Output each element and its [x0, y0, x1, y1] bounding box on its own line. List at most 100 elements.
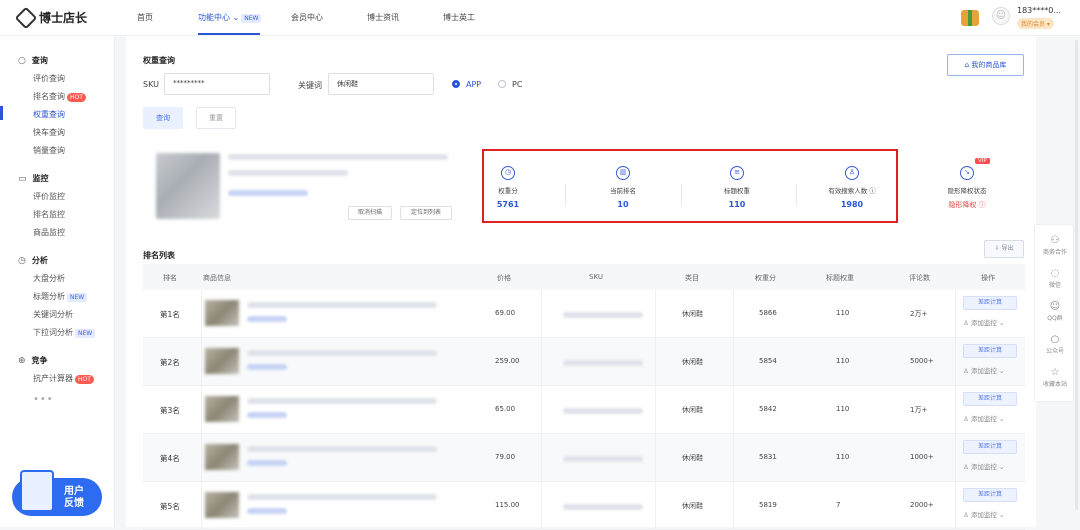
metric-current-rank: ▥ 当前排名 10: [573, 166, 673, 209]
vip-badge: VIP: [975, 158, 990, 164]
sku-input[interactable]: *********: [164, 73, 270, 95]
sidebar-item-keyword-analysis[interactable]: 关键词分析: [33, 309, 73, 320]
nav-feature-center[interactable]: 功能中心 ⌄ NEW: [198, 12, 262, 23]
keyword-input[interactable]: 休闲鞋: [328, 73, 434, 95]
brand-logo[interactable]: 博士店长: [14, 6, 88, 29]
cell-comments: 1000+: [910, 453, 934, 461]
sidebar-item-review-query[interactable]: 评价查询: [33, 73, 65, 84]
cell-category: 休闲鞋: [682, 358, 703, 366]
cell-weight: 5842: [759, 405, 777, 413]
divider: [681, 184, 682, 206]
product-thumbnail[interactable]: [205, 348, 239, 374]
export-button[interactable]: ⇩ 导出: [984, 240, 1024, 258]
metric-value: 10: [617, 200, 629, 209]
sidebar-item-product-monitor[interactable]: 商品监控: [33, 227, 65, 238]
new-badge: NEW: [75, 329, 96, 338]
th-product: 商品信息: [203, 274, 231, 282]
query-button[interactable]: 查询: [143, 107, 183, 129]
add-monitor-button[interactable]: ♙ 添加监控 ⌄: [963, 413, 1004, 423]
product-thumbnail[interactable]: [205, 444, 239, 470]
add-monitor-button[interactable]: ♙ 添加监控 ⌄: [963, 461, 1004, 471]
gap-calc-button[interactable]: 差距计算: [963, 488, 1017, 502]
add-monitor-button[interactable]: ♙ 添加监控 ⌄: [963, 317, 1004, 327]
sidebar-item-label: 抗产计算器: [33, 374, 73, 383]
product-thumbnail[interactable]: [205, 300, 239, 326]
sidebar-item-title-analysis[interactable]: 标题分析 NEW: [33, 291, 88, 302]
cell-category: 休闲鞋: [682, 502, 703, 510]
bag-icon: ⌂: [964, 61, 970, 69]
column-separator: [201, 434, 202, 482]
radio-pc-label: PC: [512, 80, 523, 89]
cell-rank: 第3名: [160, 406, 180, 415]
nav-worker[interactable]: 博士英工: [443, 12, 475, 23]
info-icon[interactable]: ⓘ: [869, 187, 876, 195]
nav-member-center[interactable]: 会员中心: [291, 12, 323, 23]
tool-wechat[interactable]: ◌ 微信: [1035, 268, 1075, 289]
tool-business[interactable]: ⚇ 商务合作: [1035, 235, 1075, 256]
sidebar-item-label: 下拉词分析: [33, 328, 73, 337]
more-icon[interactable]: •••: [33, 394, 54, 405]
column-separator: [541, 290, 542, 338]
scrollbar[interactable]: [1075, 40, 1078, 510]
cell-comments: 2000+: [910, 501, 934, 509]
cancel-scan-button[interactable]: 取消扫描: [348, 206, 392, 220]
add-monitor-button[interactable]: ♙ 添加监控 ⌄: [963, 365, 1004, 375]
sidebar: ○ 查询 评价查询 排名查询 HOT 权重查询 快车查询 销量查询 ▭ 监控 评价监控…: [0, 36, 115, 527]
cell-comments: 2万+: [910, 310, 928, 318]
product-thumbnail[interactable]: [205, 396, 239, 422]
sidebar-group-query: ○ 查询: [18, 55, 48, 66]
cell-rank: 第1名: [160, 310, 180, 319]
add-monitor-button[interactable]: ♙ 添加监控 ⌄: [963, 509, 1004, 519]
sidebar-item-market-analysis[interactable]: 大盘分析: [33, 273, 65, 284]
tool-qq-group[interactable]: ☺ QQ群: [1035, 301, 1075, 322]
sidebar-item-calculator[interactable]: 抗产计算器 HOT: [33, 373, 94, 384]
sidebar-item-review-monitor[interactable]: 评价监控: [33, 191, 65, 202]
cell-weight: 5854: [759, 357, 777, 365]
nav-home[interactable]: 首页: [137, 12, 153, 23]
reset-button[interactable]: 重置: [196, 107, 236, 129]
sidebar-item-dropdown-analysis[interactable]: 下拉词分析 NEW: [33, 327, 96, 338]
product-title-blur: [228, 170, 348, 176]
sidebar-item-sales-query[interactable]: 销量查询: [33, 145, 65, 156]
wechat-icon: ◌: [1050, 268, 1060, 279]
gap-calc-button[interactable]: 差距计算: [963, 392, 1017, 406]
status-icon: ↘: [960, 166, 974, 180]
avatar[interactable]: ☺: [992, 7, 1010, 25]
column-separator: [955, 386, 956, 434]
radio-app[interactable]: [452, 80, 460, 88]
gap-calc-button[interactable]: 差距计算: [963, 296, 1017, 310]
locate-list-button[interactable]: 定位到列表: [400, 206, 452, 220]
sidebar-item-weight-query[interactable]: 权重查询: [33, 109, 65, 120]
tool-official-account[interactable]: ○ 公众号: [1035, 334, 1075, 355]
list-icon: ≡: [730, 166, 744, 180]
table-row: 第5名 115.00 休闲鞋 5819 7 2000+ 差距计算 ♙ 添加监控 ⌄: [143, 482, 1025, 530]
radio-pc[interactable]: [498, 80, 506, 88]
sidebar-item-rank-monitor[interactable]: 排名监控: [33, 209, 65, 220]
gift-icon[interactable]: [961, 10, 979, 26]
metric-value: 110: [728, 200, 746, 209]
sidebar-item-express-query[interactable]: 快车查询: [33, 127, 65, 138]
brand-name: 博士店长: [39, 11, 88, 25]
column-separator: [733, 434, 734, 482]
column-separator: [541, 482, 542, 530]
user-phone[interactable]: 183****0...: [1017, 6, 1061, 15]
th-actions: 操作: [981, 274, 995, 282]
sidebar-item-label: 排名查询: [33, 92, 65, 101]
hot-badge: HOT: [67, 93, 86, 102]
my-products-button[interactable]: ⌂ 我的商品库: [947, 54, 1024, 76]
feedback-button[interactable]: 用户 反馈: [12, 470, 102, 516]
tool-favorite[interactable]: ☆ 收藏本站: [1035, 367, 1075, 388]
gap-calc-button[interactable]: 差距计算: [963, 440, 1017, 454]
sidebar-item-rank-query[interactable]: 排名查询 HOT: [33, 91, 86, 102]
divider: [796, 184, 797, 206]
nav-news[interactable]: 博士资讯: [367, 12, 399, 23]
member-tag[interactable]: 我的会员 ▾: [1017, 18, 1054, 29]
cell-title-weight: 110: [836, 453, 850, 461]
product-thumbnail[interactable]: [205, 492, 239, 518]
sidebar-active-indicator: [0, 106, 3, 120]
column-separator: [955, 434, 956, 482]
cell-title-weight: 110: [836, 405, 850, 413]
hidden-status-value[interactable]: 隐形降权 ⓘ: [917, 200, 1017, 210]
gap-calc-button[interactable]: 差距计算: [963, 344, 1017, 358]
column-separator: [201, 290, 202, 338]
